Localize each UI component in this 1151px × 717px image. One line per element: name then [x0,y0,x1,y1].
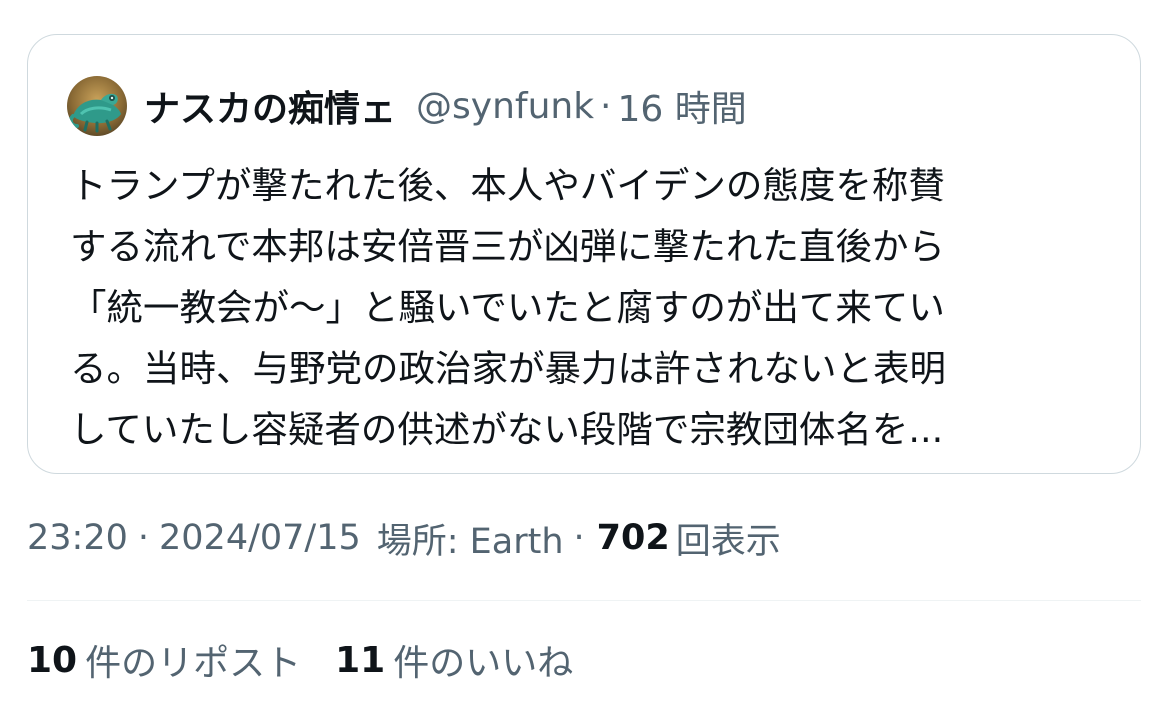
views-count: 702 [596,518,670,558]
reposts-stat[interactable]: 10 件のリポスト [27,634,301,686]
tweet-date[interactable]: 2024/07/15 [159,518,361,558]
views-label: 回表示 [675,521,781,562]
meta-separator-2: · [573,518,585,558]
tweet-time[interactable]: 23:20 [27,518,128,558]
tweet-location: 場所: Earth [376,521,564,562]
likes-count: 11 [335,639,386,681]
divider [27,600,1141,601]
tweet-time-ago[interactable]: 16 時間 [618,80,747,132]
tweet-meta-row: 23:20 · 2024/07/15 場所: Earth · 702 回表示 [27,512,781,564]
quoted-tweet-card[interactable]: ナスカの痴情ェ @synfunk · 16 時間 トランプが撃たれた後、本人やバ… [27,34,1141,474]
quoted-tweet-text: トランプが撃たれた後、本人やバイデンの態度を称賛 する流れで本邦は安倍晋三が凶弾… [70,164,946,451]
reposts-count: 10 [27,639,78,681]
engagement-stats-row: 10 件のリポスト 11 件のいいね [27,634,607,686]
author-handle[interactable]: @synfunk [416,86,594,127]
author-avatar[interactable] [67,76,127,136]
reposts-label: 件のリポスト [85,643,302,684]
quoted-tweet-header: ナスカの痴情ェ @synfunk · 16 時間 [67,75,747,137]
likes-stat[interactable]: 11 件のいいね [335,634,573,686]
chameleon-avatar-icon [67,76,127,136]
meta-separator: · [137,518,150,558]
author-display-name[interactable]: ナスカの痴情ェ [144,80,396,132]
header-separator: · [600,85,612,127]
likes-label: 件のいいね [393,643,574,684]
